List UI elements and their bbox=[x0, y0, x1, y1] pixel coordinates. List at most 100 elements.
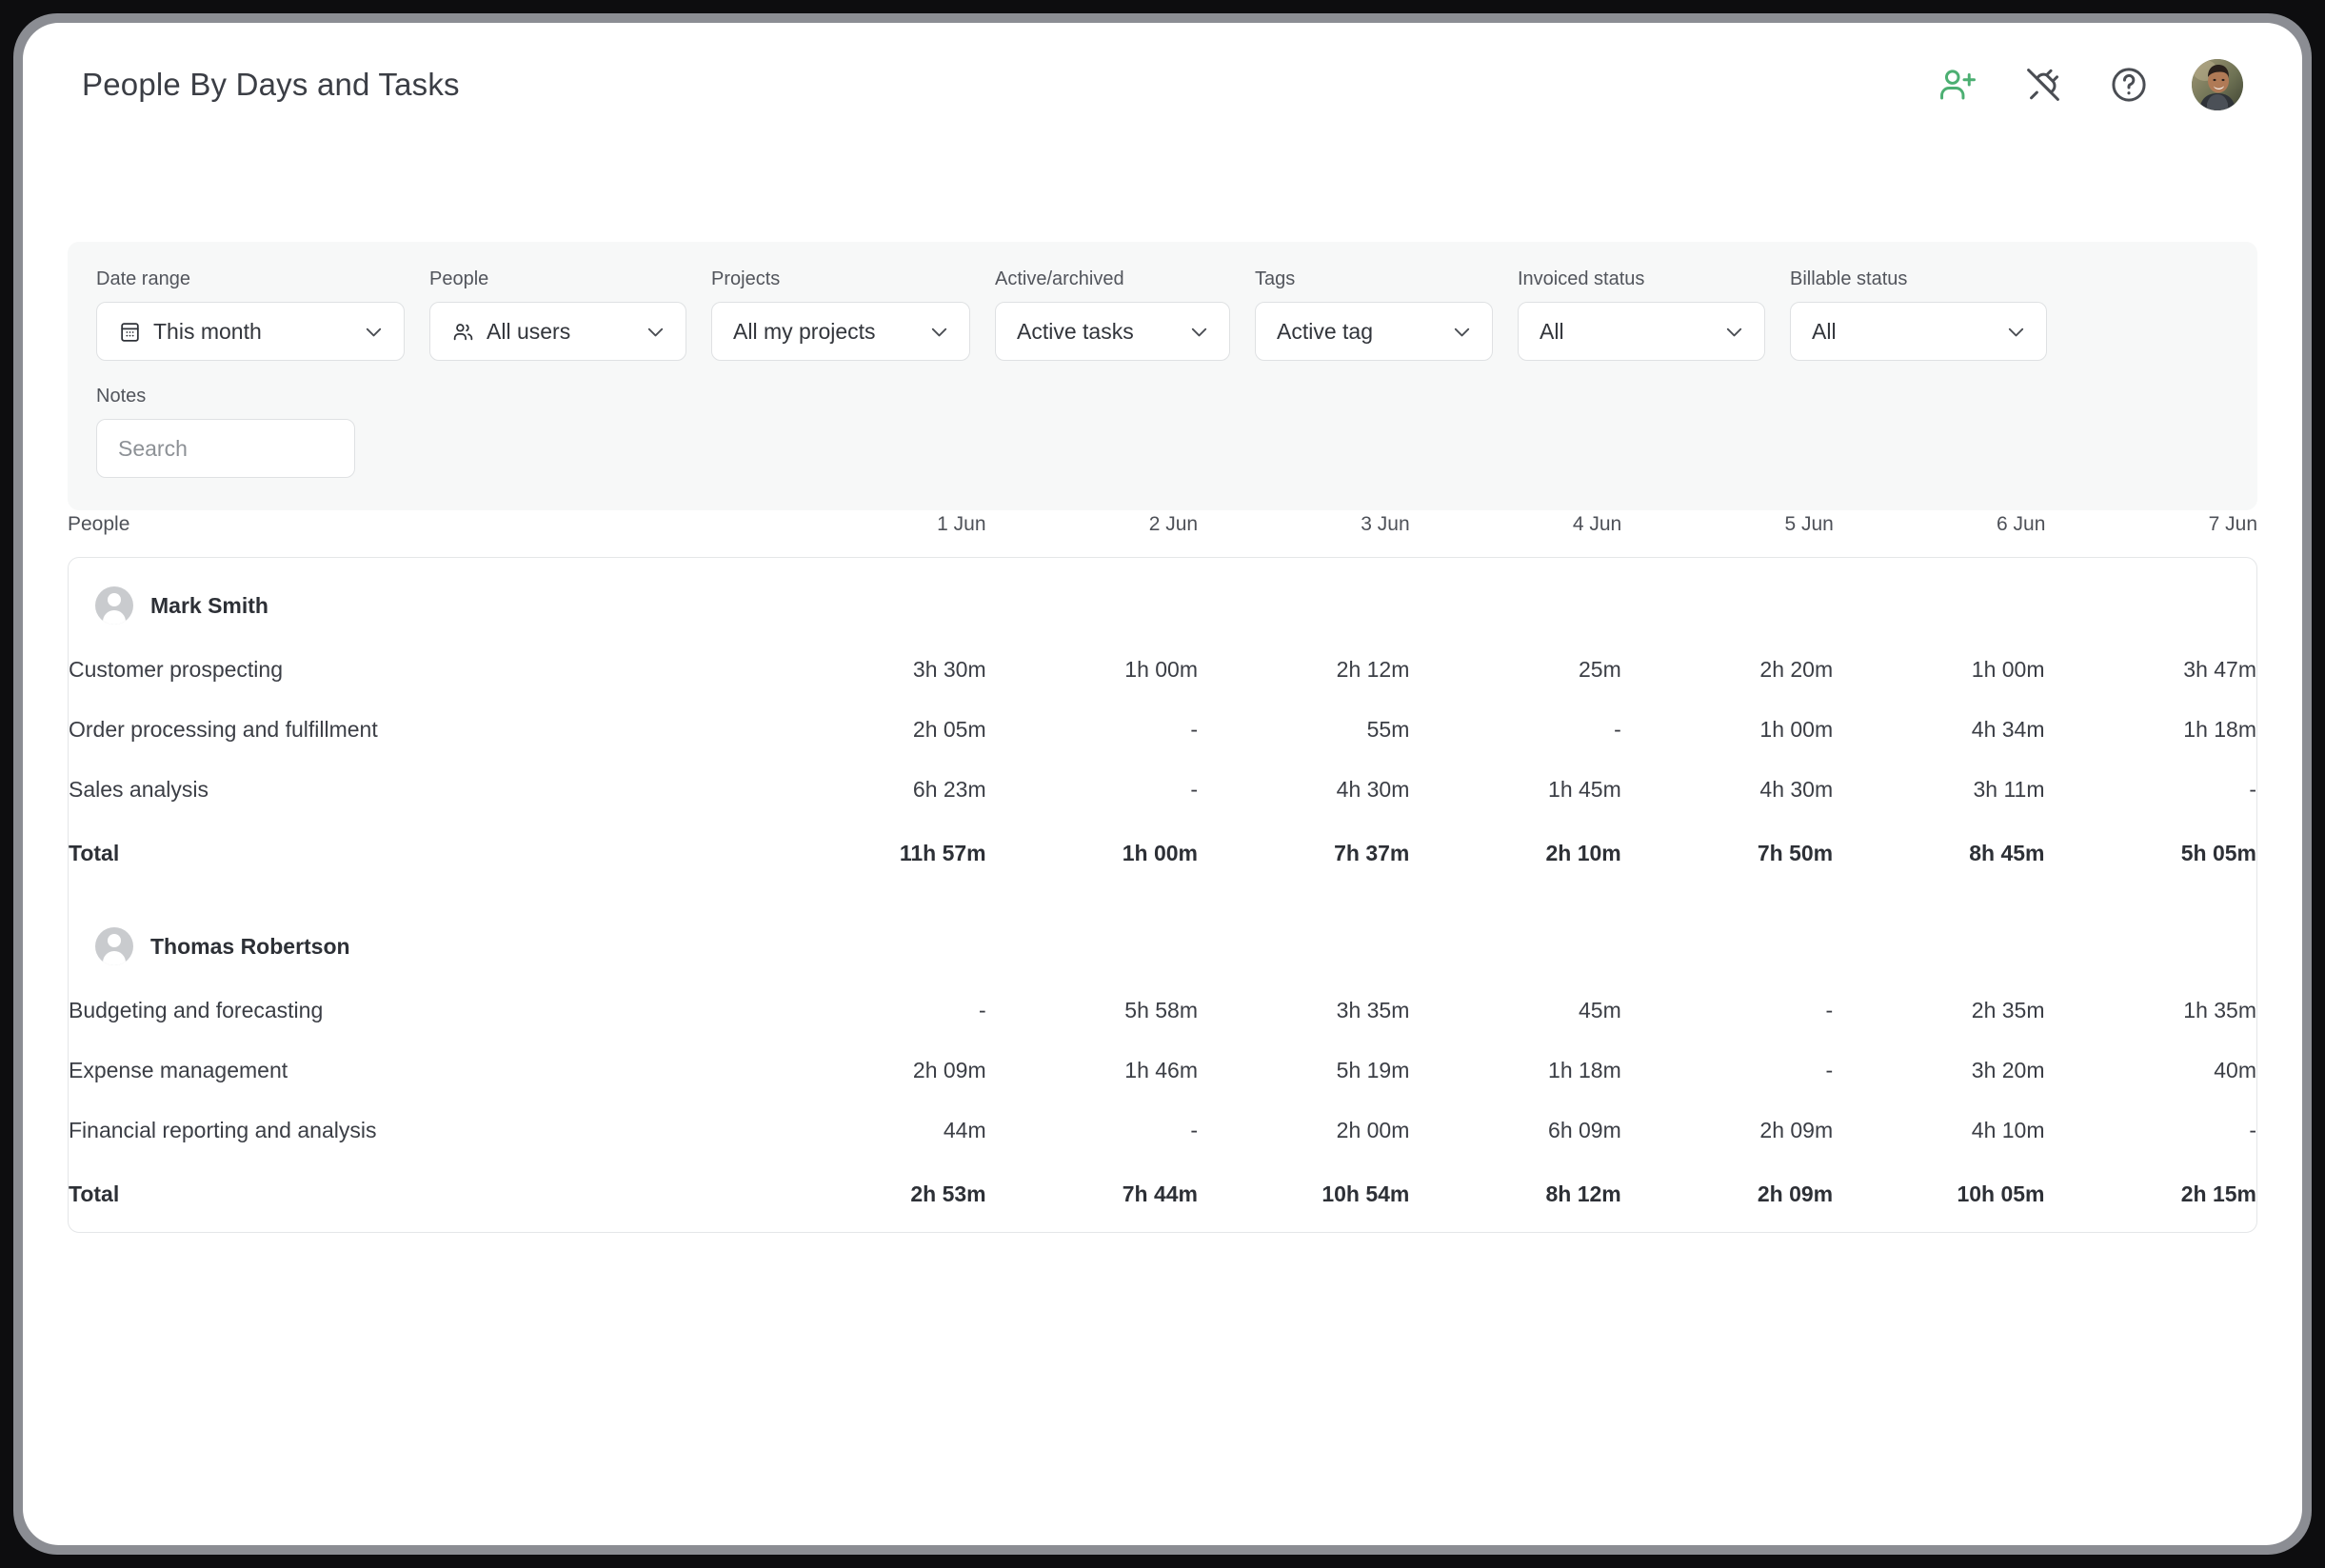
column-header-day: 2 Jun bbox=[1148, 513, 1199, 535]
task-duration-cell: - bbox=[1190, 777, 1198, 802]
table-row[interactable]: Expense management 2h 09m 1h 46m 5h 19m 1h 1… bbox=[69, 1041, 2256, 1101]
task-duration-cell: 1h 46m bbox=[1124, 1058, 1198, 1082]
task-name: Expense management bbox=[69, 1058, 288, 1082]
filter-tags-label: Tags bbox=[1255, 268, 1296, 289]
task-duration-cell: 3h 47m bbox=[2183, 657, 2256, 682]
total-label: Total bbox=[69, 841, 120, 865]
filter-active-archived: Active/archived Active tasks bbox=[995, 268, 1230, 361]
task-name: Order processing and fulfillment bbox=[69, 717, 378, 742]
date-range-value: This month bbox=[153, 318, 262, 344]
filter-row-primary: Date range This month People All users P… bbox=[96, 268, 2229, 361]
task-duration-cell: 6h 09m bbox=[1548, 1118, 1621, 1142]
filter-people: People All users bbox=[429, 268, 686, 361]
column-header-day: 4 Jun bbox=[1572, 513, 1622, 535]
billable-status-select[interactable]: All bbox=[1790, 302, 2047, 361]
filter-projects: Projects All my projects bbox=[711, 268, 970, 361]
table-row[interactable]: Financial reporting and analysis 44m - 2h 0… bbox=[69, 1101, 2256, 1161]
chevron-down-icon bbox=[926, 319, 952, 345]
task-duration-cell: 2h 09m bbox=[912, 1058, 986, 1082]
filter-billable-status: Billable status All bbox=[1790, 268, 2047, 361]
person-name: Mark Smith bbox=[150, 592, 268, 618]
chevron-down-icon bbox=[1449, 319, 1475, 345]
task-duration-cell: - bbox=[1825, 998, 1834, 1022]
people-select[interactable]: All users bbox=[429, 302, 686, 361]
task-name: Budgeting and forecasting bbox=[69, 998, 324, 1022]
task-duration-cell: - bbox=[1825, 1058, 1834, 1082]
filter-panel: Date range This month People All users P… bbox=[68, 242, 2257, 510]
help-circle-icon[interactable] bbox=[2106, 62, 2152, 108]
column-header-day: 3 Jun bbox=[1361, 513, 1410, 535]
filter-tags: Tags Active tag bbox=[1255, 268, 1493, 361]
filter-billable-status-label: Billable status bbox=[1790, 268, 1908, 289]
task-duration-cell: 3h 11m bbox=[1973, 777, 2045, 802]
task-duration-cell: 1h 00m bbox=[1124, 657, 1198, 682]
column-header-day: 5 Jun bbox=[1784, 513, 1834, 535]
filter-notes-label: Notes bbox=[96, 386, 147, 407]
task-duration-cell: 44m bbox=[943, 1118, 986, 1142]
task-duration-cell: 5h 19m bbox=[1336, 1058, 1410, 1082]
filter-people-label: People bbox=[429, 268, 489, 289]
task-duration-cell: 4h 30m bbox=[1336, 777, 1410, 802]
calendar-icon bbox=[118, 320, 142, 344]
task-duration-cell: 2h 09m bbox=[1759, 1118, 1834, 1142]
task-duration-cell: 4h 34m bbox=[1971, 717, 2045, 742]
total-duration-cell: 2h 53m bbox=[910, 1181, 986, 1206]
total-duration-cell: 7h 50m bbox=[1757, 841, 1834, 865]
invoiced-status-value: All bbox=[1540, 318, 1564, 344]
task-duration-cell: - bbox=[2249, 777, 2256, 802]
task-duration-cell: - bbox=[1190, 717, 1198, 742]
task-duration-cell: 3h 30m bbox=[912, 657, 986, 682]
report-body: Mark Smith Customer prospecting 3h 30m 1h 0… bbox=[69, 558, 2256, 1232]
task-duration-cell: 1h 35m bbox=[2183, 998, 2256, 1022]
table-row[interactable]: Budgeting and forecasting - 5h 58m 3h 35m 45… bbox=[69, 981, 2256, 1041]
invoiced-status-select[interactable]: All bbox=[1518, 302, 1765, 361]
chevron-down-icon bbox=[643, 319, 668, 345]
projects-select[interactable]: All my projects bbox=[711, 302, 970, 361]
total-duration-cell: 5h 05m bbox=[2180, 841, 2256, 865]
total-duration-cell: 1h 00m bbox=[1122, 841, 1198, 865]
task-duration-cell: - bbox=[1190, 1118, 1198, 1142]
task-duration-cell: - bbox=[2249, 1118, 2256, 1142]
report-table-header: People 1 Jun 2 Jun 3 Jun 4 Jun 5 Jun 6 Jun 7 Ju… bbox=[68, 504, 2257, 557]
column-header-day: 6 Jun bbox=[1997, 513, 2046, 535]
total-duration-cell: 10h 54m bbox=[1321, 1181, 1410, 1206]
top-bar-actions bbox=[1935, 59, 2243, 110]
chevron-down-icon bbox=[2003, 319, 2029, 345]
task-duration-cell: 2h 05m bbox=[912, 717, 986, 742]
plug-off-icon[interactable] bbox=[2020, 62, 2066, 108]
date-range-select[interactable]: This month bbox=[96, 302, 405, 361]
task-duration-cell: 3h 35m bbox=[1336, 998, 1410, 1022]
chevron-down-icon bbox=[361, 319, 387, 345]
filter-projects-label: Projects bbox=[711, 268, 781, 289]
total-duration-cell: 8h 12m bbox=[1545, 1181, 1621, 1206]
search-input[interactable] bbox=[96, 419, 355, 478]
table-row[interactable]: Sales analysis 6h 23m - 4h 30m 1h 45m 4h 30m 3… bbox=[69, 760, 2256, 820]
tags-value: Active tag bbox=[1277, 318, 1373, 344]
top-bar: People By Days and Tasks bbox=[23, 23, 2302, 147]
table-header-row: People 1 Jun 2 Jun 3 Jun 4 Jun 5 Jun 6 Jun 7 Ju… bbox=[68, 504, 2257, 557]
task-duration-cell: 45m bbox=[1579, 998, 1621, 1022]
user-avatar[interactable] bbox=[2192, 59, 2243, 110]
total-row: Total 11h 57m 1h 00m 7h 37m 2h 10m 7h 50m 8h 4… bbox=[69, 820, 2256, 891]
table-row[interactable]: Customer prospecting 3h 30m 1h 00m 2h 12m 25… bbox=[69, 640, 2256, 700]
task-duration-cell: 4h 10m bbox=[1971, 1118, 2045, 1142]
person-avatar-icon bbox=[95, 586, 133, 625]
filter-date-range-label: Date range bbox=[96, 268, 190, 289]
chevron-down-icon bbox=[1186, 319, 1212, 345]
task-duration-cell: 5h 58m bbox=[1124, 998, 1198, 1022]
total-duration-cell: 8h 45m bbox=[1969, 841, 2045, 865]
column-header-day: 7 Jun bbox=[2208, 513, 2257, 535]
task-name: Sales analysis bbox=[69, 777, 209, 802]
table-row[interactable]: Order processing and fulfillment 2h 05m - 5… bbox=[69, 700, 2256, 760]
billable-status-value: All bbox=[1812, 318, 1837, 344]
person-name: Thomas Robertson bbox=[150, 933, 350, 959]
tags-select[interactable]: Active tag bbox=[1255, 302, 1493, 361]
person-group-header: Thomas Robertson bbox=[69, 899, 2256, 981]
task-duration-cell: 40m bbox=[2214, 1058, 2256, 1082]
active-archived-select[interactable]: Active tasks bbox=[995, 302, 1230, 361]
add-user-icon[interactable] bbox=[1935, 62, 1980, 108]
task-duration-cell: 1h 45m bbox=[1548, 777, 1621, 802]
page-title: People By Days and Tasks bbox=[82, 67, 460, 102]
task-duration-cell: 2h 12m bbox=[1336, 657, 1410, 682]
total-duration-cell: 2h 10m bbox=[1545, 841, 1621, 865]
